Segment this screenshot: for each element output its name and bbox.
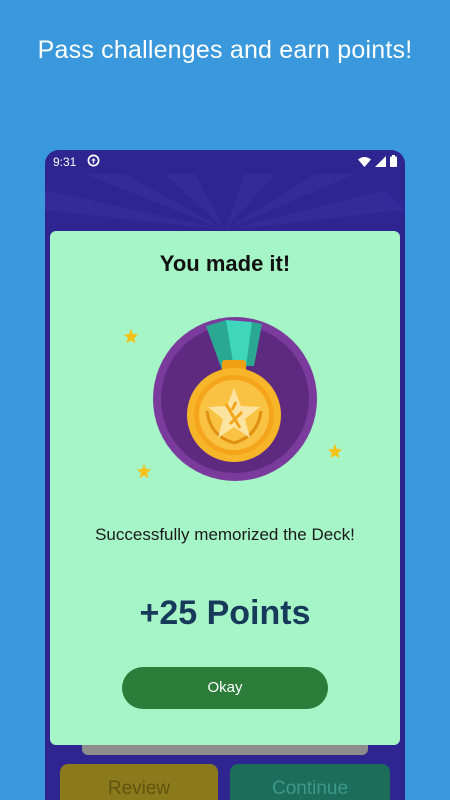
medal-icon bbox=[153, 317, 317, 481]
status-bar: 9:31 bbox=[45, 150, 405, 174]
dialog-title: You made it! bbox=[159, 251, 291, 276]
battery-icon bbox=[390, 155, 397, 167]
dialog-message: Successfully memorized the Deck! bbox=[95, 525, 355, 544]
promo-title: Pass challenges and earn points! bbox=[37, 36, 413, 64]
wifi-icon bbox=[358, 156, 371, 167]
continue-button[interactable]: Continue bbox=[230, 764, 390, 800]
cellular-icon bbox=[375, 155, 386, 167]
status-time: 9:31 bbox=[53, 155, 77, 169]
status-icons bbox=[358, 155, 397, 167]
sync-icon bbox=[87, 154, 100, 167]
success-dialog: You made it! Successfully memorized the … bbox=[50, 231, 400, 745]
points-earned: +25 Points bbox=[139, 594, 311, 632]
okay-button[interactable]: Okay bbox=[122, 667, 328, 709]
review-button[interactable]: Review bbox=[60, 764, 218, 800]
